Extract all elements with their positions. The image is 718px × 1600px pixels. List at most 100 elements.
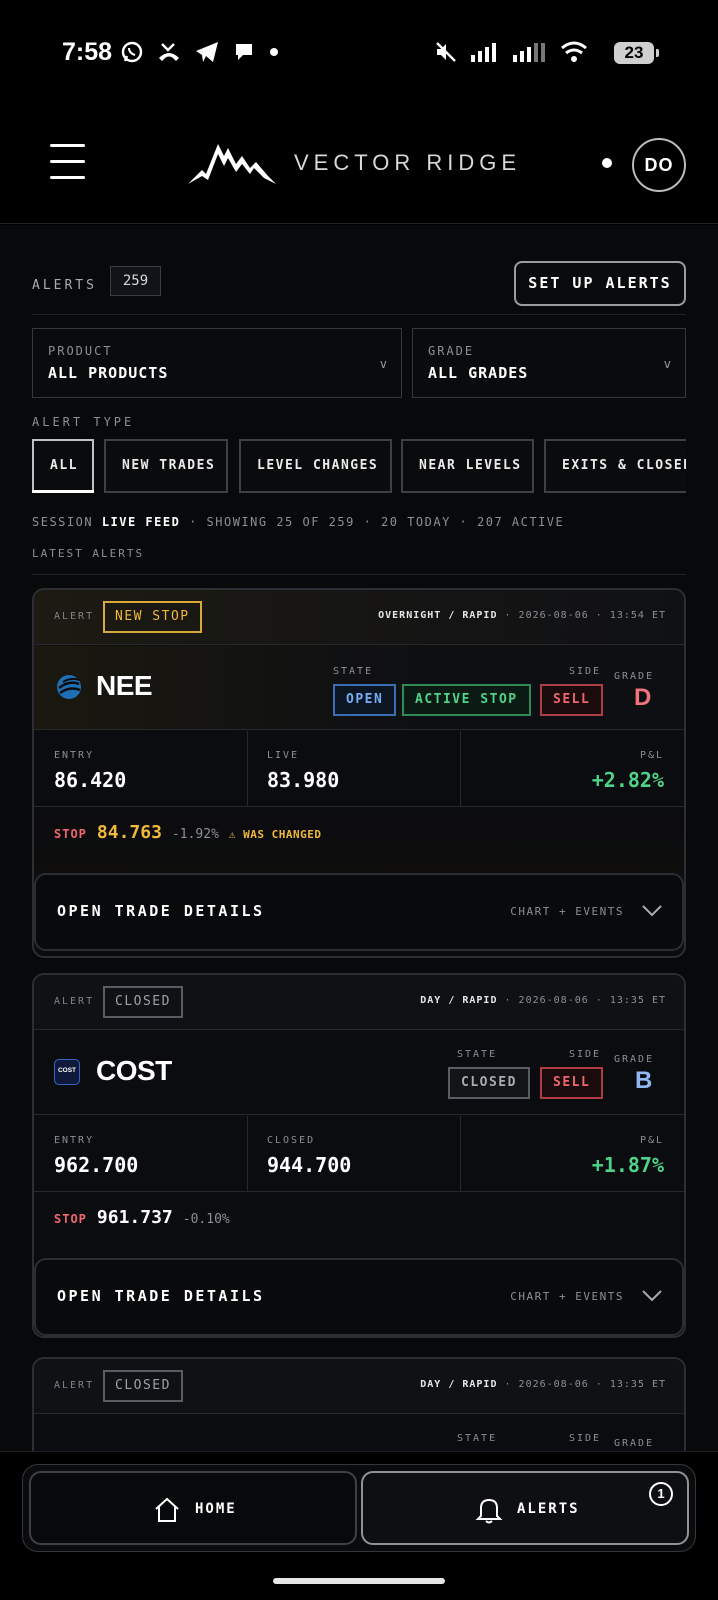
nav-alerts-label: ALERTS [517, 1501, 580, 1517]
clock: 7:58 [62, 38, 113, 66]
divider [460, 1116, 461, 1192]
alert-type-badge: CLOSED [103, 986, 183, 1018]
session-prefix: SESSION [32, 515, 94, 529]
side-badge: SELL [540, 684, 604, 716]
nav-alerts-button[interactable]: ALERTS 1 [361, 1471, 689, 1545]
tab-new-trades[interactable]: NEW TRADES [104, 439, 228, 493]
notification-count-badge: 1 [649, 1482, 673, 1506]
pnl-cell: P&L +1.87% [474, 1116, 664, 1192]
divider [32, 574, 686, 575]
pnl-cell: P&L +2.82% [474, 731, 664, 807]
tab-near-levels[interactable]: NEAR LEVELS [401, 439, 534, 493]
side-label: SIDE [569, 1049, 602, 1060]
wifi-icon [561, 41, 587, 62]
nee-logo-icon [57, 675, 81, 699]
set-up-alerts-button[interactable]: SET UP ALERTS [514, 261, 686, 306]
status-dot [602, 158, 612, 168]
gesture-home-bar[interactable] [273, 1578, 445, 1584]
stop-state-badge: ACTIVE STOP [402, 684, 531, 716]
alert-type-badge: NEW STOP [103, 601, 202, 633]
bell-icon [475, 1498, 503, 1524]
divider [247, 1116, 248, 1192]
tab-all[interactable]: ALL [32, 439, 94, 493]
alert-meta: OVERNIGHT / RAPID · 2026-08-06 · 13:54 E… [378, 610, 666, 621]
grade-label: GRADE [614, 671, 655, 682]
app-header: VECTOR RIDGE DO [0, 100, 718, 224]
menu-icon[interactable] [50, 144, 85, 180]
alert-session: DAY / RAPID [420, 995, 498, 1006]
session-feed: LIVE FEED [101, 515, 181, 529]
stop-percent: -0.10% [182, 1212, 230, 1227]
grade-select[interactable]: GRADE ALL GRADES v [412, 328, 686, 398]
state-label: STATE [457, 1049, 498, 1060]
alert-card: ALERT NEW STOP OVERNIGHT / RAPID · 2026-… [32, 588, 686, 958]
details-label: OPEN TRADE DETAILS [57, 902, 265, 920]
symbol-row: STATE SIDE GRADE [34, 1415, 684, 1451]
grade-select-label: GRADE [428, 344, 475, 358]
latest-alerts-label: LATEST ALERTS [32, 547, 145, 560]
entry-value: 86.420 [54, 768, 127, 792]
closed-value: 944.700 [267, 1153, 352, 1177]
chevron-down-icon [642, 1290, 662, 1302]
mute-icon [436, 42, 456, 62]
price-row: ENTRY 86.420 LIVE 83.980 P&L +2.82% [34, 731, 684, 807]
open-trade-details-button[interactable]: OPEN TRADE DETAILS CHART + EVENTS [34, 1258, 684, 1336]
alert-timestamp: · 2026-08-06 · 13:35 ET [504, 1379, 666, 1390]
product-select[interactable]: PRODUCT ALL PRODUCTS v [32, 328, 402, 398]
stop-value: 961.737 [96, 1207, 173, 1228]
chevron-down-icon: v [663, 357, 671, 371]
stop-row: STOP 84.763 -1.92% ⚠ WAS CHANGED [54, 822, 322, 843]
alerts-header: ALERTS 259 SET UP ALERTS [32, 261, 686, 321]
product-select-label: PRODUCT [48, 344, 113, 358]
symbol-row: COST COST STATE CLOSED SIDE SELL GRADE B [34, 1031, 684, 1115]
nav-container: HOME ALERTS 1 [22, 1464, 696, 1552]
missed-call-icon [159, 43, 179, 61]
grade-value: B [635, 1067, 653, 1094]
whatsapp-icon [121, 41, 143, 63]
state-badge: OPEN [333, 684, 397, 716]
alert-label: ALERT [54, 611, 95, 622]
nav-home-button[interactable]: HOME [29, 1471, 357, 1545]
live-value: 83.980 [267, 768, 340, 792]
mountain-logo-icon [188, 144, 276, 184]
avatar[interactable]: DO [632, 138, 686, 192]
closed-label: CLOSED [267, 1135, 316, 1146]
product-select-value: ALL PRODUCTS [48, 364, 169, 382]
open-trade-details-button[interactable]: OPEN TRADE DETAILS CHART + EVENTS [34, 873, 684, 951]
chevron-down-icon: v [379, 357, 387, 371]
battery-icon: 23 [614, 42, 659, 64]
symbol-row: NEE STATE OPEN ACTIVE STOP SIDE SELL GRA… [34, 646, 684, 730]
alert-card-header: ALERT CLOSED DAY / RAPID · 2026-08-06 · … [34, 975, 684, 1030]
alert-card: ALERT CLOSED DAY / RAPID · 2026-08-06 · … [32, 973, 686, 1338]
signal-icon [471, 43, 496, 62]
alert-session: DAY / RAPID [420, 1379, 498, 1390]
session-counts: · SHOWING 25 OF 259 · 20 TODAY · 207 ACT… [189, 515, 565, 529]
stop-changed-warning: ⚠ WAS CHANGED [228, 828, 322, 841]
grade-value: D [634, 684, 652, 711]
chevron-down-icon [642, 905, 662, 917]
status-bar: 7:58 23 [0, 0, 718, 100]
divider [460, 731, 461, 807]
stop-label: STOP [54, 1212, 87, 1226]
alert-card-header: ALERT NEW STOP OVERNIGHT / RAPID · 2026-… [34, 590, 684, 645]
details-label: OPEN TRADE DETAILS [57, 1287, 265, 1305]
alert-timestamp: · 2026-08-06 · 13:35 ET [504, 995, 666, 1006]
state-label: STATE [457, 1433, 498, 1444]
ticker-symbol: NEE [96, 670, 153, 701]
stop-label: STOP [54, 827, 87, 841]
stop-value: 84.763 [96, 822, 162, 843]
tab-exits-closed[interactable]: EXITS & CLOSED [544, 439, 686, 493]
telegram-icon [196, 42, 218, 62]
state-badge: CLOSED [448, 1067, 530, 1099]
tab-level-changes[interactable]: LEVEL CHANGES [239, 439, 392, 493]
stop-percent: -1.92% [171, 827, 219, 842]
state-label: STATE [333, 666, 374, 677]
alert-card-header: ALERT CLOSED DAY / RAPID · 2026-08-06 · … [34, 1359, 684, 1414]
side-label: SIDE [569, 666, 602, 677]
pnl-label: P&L [639, 750, 664, 761]
ticker-symbol: COST [96, 1055, 172, 1086]
divider [247, 731, 248, 807]
chat-icon [236, 44, 252, 60]
brand-name: VECTOR RIDGE [294, 150, 522, 175]
alert-label: ALERT [54, 1380, 95, 1391]
